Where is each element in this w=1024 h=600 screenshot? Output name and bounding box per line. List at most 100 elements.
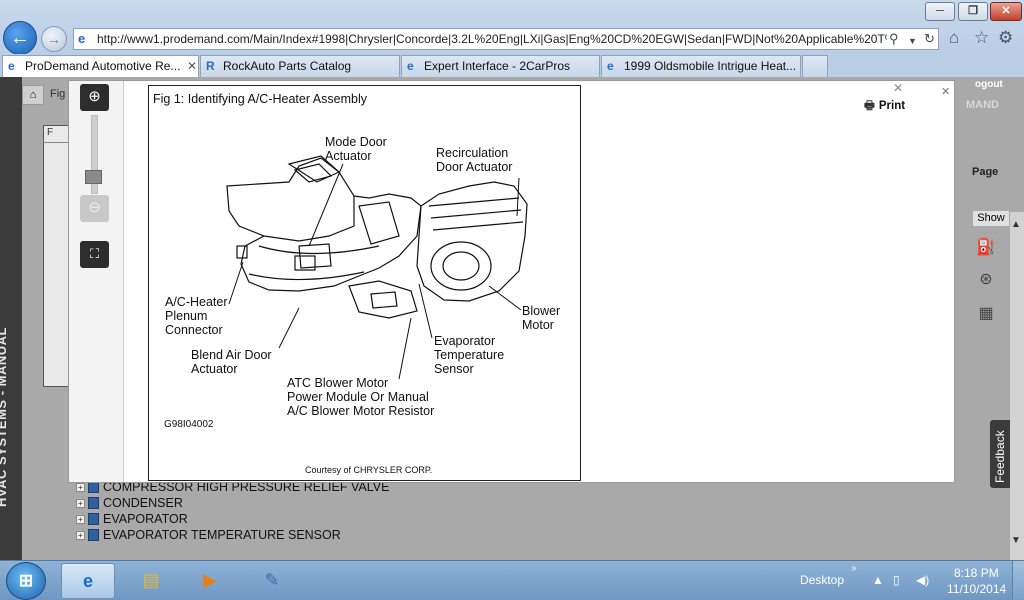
- calculator-icon[interactable]: ▦: [975, 303, 997, 325]
- expand-icon[interactable]: +: [76, 531, 85, 540]
- expand-icon[interactable]: +: [76, 483, 85, 492]
- label-evap-sensor-1: Evaporator: [434, 334, 495, 348]
- label-atc-2: Power Module Or Manual: [287, 390, 429, 404]
- ie-page-icon: e: [407, 59, 414, 73]
- address-url[interactable]: http://www1.prodemand.com/Main/Index#199…: [97, 32, 887, 46]
- expand-icon[interactable]: +: [76, 499, 85, 508]
- zoom-out-button[interactable]: ⊖: [80, 195, 109, 222]
- close-tab-icon[interactable]: ✕: [187, 59, 197, 73]
- toolbar-chevron-icon[interactable]: »: [851, 563, 857, 574]
- windows-logo-icon: ⊞: [18, 571, 34, 590]
- show-desktop-button[interactable]: [1012, 561, 1024, 600]
- show-hidden-icons-arrow-icon[interactable]: ▲: [872, 573, 884, 587]
- hvac-side-label: HVAC SYSTEMS - MANUAL: [0, 327, 9, 507]
- fit-to-window-button[interactable]: ⛶: [80, 241, 109, 268]
- brand-logo: MAND: [966, 99, 999, 111]
- search-icon[interactable]: ⚲: [889, 31, 899, 47]
- ie-page-icon: e: [78, 31, 86, 46]
- close-icon[interactable]: ✕: [941, 85, 950, 98]
- tab-2carpros[interactable]: e Expert Interface - 2CarPros: [401, 55, 600, 77]
- home-icon[interactable]: ⌂: [949, 28, 959, 48]
- volume-icon[interactable]: ◀): [916, 573, 929, 587]
- component-tree: + COMPRESSOR HIGH PRESSURE RELIEF VALVE …: [70, 479, 970, 543]
- expand-icon[interactable]: +: [76, 515, 85, 524]
- tree-label[interactable]: EVAPORATOR: [103, 512, 188, 526]
- home-icon[interactable]: ⌂: [22, 85, 44, 105]
- taskbar-file-explorer-icon[interactable]: ▤: [124, 563, 178, 599]
- tab-rockauto[interactable]: R RockAuto Parts Catalog: [200, 55, 400, 77]
- taskbar-ie[interactable]: e: [61, 563, 115, 599]
- figure-code: G98I04002: [164, 419, 214, 430]
- tab-label: RockAuto Parts Catalog: [223, 59, 352, 73]
- book-icon: [88, 497, 99, 509]
- page-content: HVAC SYSTEMS - MANUAL ⌂ Fig F ogout MAND…: [0, 77, 1024, 560]
- clock-time[interactable]: 8:18 PM: [954, 566, 999, 580]
- figure-viewer-modal: ⊕ ⊖ ⛶ 🖶 Print ✕ Fig 1: Identifying A/C-He…: [68, 80, 955, 483]
- label-mode-door-2: Actuator: [325, 149, 372, 163]
- close-icon[interactable]: ✕: [893, 81, 903, 95]
- browser-title-bar: ─ ❐ ✕ ← → e http://www1.prodemand.com/Ma…: [0, 0, 1024, 55]
- forward-arrow-icon: →: [47, 31, 61, 47]
- label-mode-door-1: Mode Door: [325, 135, 387, 149]
- back-button[interactable]: ←: [3, 21, 37, 55]
- forward-button[interactable]: →: [41, 26, 67, 52]
- hvac-side-tab[interactable]: HVAC SYSTEMS - MANUAL: [0, 77, 22, 560]
- label-recirc-door-1: Recirculation: [436, 146, 508, 160]
- oil-can-icon[interactable]: ⛽: [975, 237, 997, 259]
- tab-label: ProDemand Automotive Re...: [25, 59, 181, 73]
- page-label: Page: [972, 166, 999, 178]
- label-evap-sensor-3: Sensor: [434, 362, 474, 376]
- gear-icon[interactable]: ⚙: [998, 28, 1013, 48]
- label-atc-3: A/C Blower Motor Resistor: [287, 404, 434, 418]
- tree-label[interactable]: CONDENSER: [103, 496, 183, 510]
- label-blower-1: Blower: [522, 304, 560, 318]
- back-arrow-icon: ←: [10, 27, 30, 49]
- logout-link[interactable]: ogout: [975, 79, 1003, 90]
- tree-label[interactable]: EVAPORATOR TEMPERATURE SENSOR: [103, 528, 341, 542]
- scroll-up-arrow-icon[interactable]: ▲: [1011, 219, 1021, 230]
- label-plenum-1: A/C-Heater: [165, 295, 228, 309]
- label-blend-air-2: Actuator: [191, 362, 238, 376]
- desktop-toolbar-label[interactable]: Desktop: [800, 573, 844, 587]
- book-icon: [88, 529, 99, 541]
- ie-page-icon: e: [8, 59, 15, 73]
- wheel-icon[interactable]: ⊛: [975, 269, 997, 291]
- minimize-button[interactable]: ─: [925, 2, 955, 21]
- address-bar[interactable]: e http://www1.prodemand.com/Main/Index#1…: [73, 28, 939, 50]
- printer-icon: 🖶: [864, 100, 875, 112]
- tree-row[interactable]: + CONDENSER: [70, 495, 970, 511]
- figure-image: Fig 1: Identifying A/C-Heater Assembly M…: [148, 85, 581, 481]
- rockauto-icon: R: [206, 59, 215, 73]
- ie-page-icon: e: [607, 59, 614, 73]
- favorites-star-icon[interactable]: ☆: [974, 28, 989, 48]
- taskbar-tool-icon[interactable]: ✎: [245, 563, 299, 599]
- tab-prodemand[interactable]: e ProDemand Automotive Re... ✕: [2, 55, 199, 77]
- print-button[interactable]: 🖶 Print: [864, 98, 905, 117]
- book-icon: [88, 513, 99, 525]
- clock-date[interactable]: 11/10/2014: [947, 582, 1006, 596]
- tab-strip: e ProDemand Automotive Re... ✕ R RockAut…: [0, 54, 1024, 77]
- zoom-slider-thumb[interactable]: [85, 170, 102, 185]
- tab-oldsmobile[interactable]: e 1999 Oldsmobile Intrigue Heat...: [601, 55, 801, 77]
- assembly-drawing: [226, 155, 528, 319]
- chevron-down-icon[interactable]: ▼: [908, 33, 917, 49]
- scroll-down-arrow-icon[interactable]: ▼: [1011, 535, 1021, 546]
- show-button[interactable]: Show: [972, 210, 1010, 227]
- new-tab-button[interactable]: [802, 55, 828, 77]
- close-window-button[interactable]: ✕: [990, 2, 1022, 21]
- taskbar-media-player-icon[interactable]: ▶: [183, 563, 237, 599]
- refresh-icon[interactable]: ↻: [924, 31, 935, 47]
- tree-row[interactable]: + EVAPORATOR: [70, 511, 970, 527]
- tree-row[interactable]: + EVAPORATOR TEMPERATURE SENSOR: [70, 527, 970, 543]
- maximize-button[interactable]: ❐: [958, 2, 988, 21]
- feedback-label: Feedback: [993, 430, 1007, 483]
- label-recirc-door-2: Door Actuator: [436, 160, 512, 174]
- tab-label: 1999 Oldsmobile Intrigue Heat...: [624, 59, 797, 73]
- zoom-toolbar: ⊕ ⊖ ⛶: [69, 81, 124, 482]
- figure-breadcrumb: Fig: [50, 88, 66, 100]
- vertical-scrollbar[interactable]: [1010, 212, 1024, 560]
- start-button[interactable]: ⊞: [6, 562, 46, 600]
- device-icon[interactable]: ▯: [893, 573, 900, 587]
- zoom-in-button[interactable]: ⊕: [80, 84, 109, 111]
- label-blower-2: Motor: [522, 318, 554, 332]
